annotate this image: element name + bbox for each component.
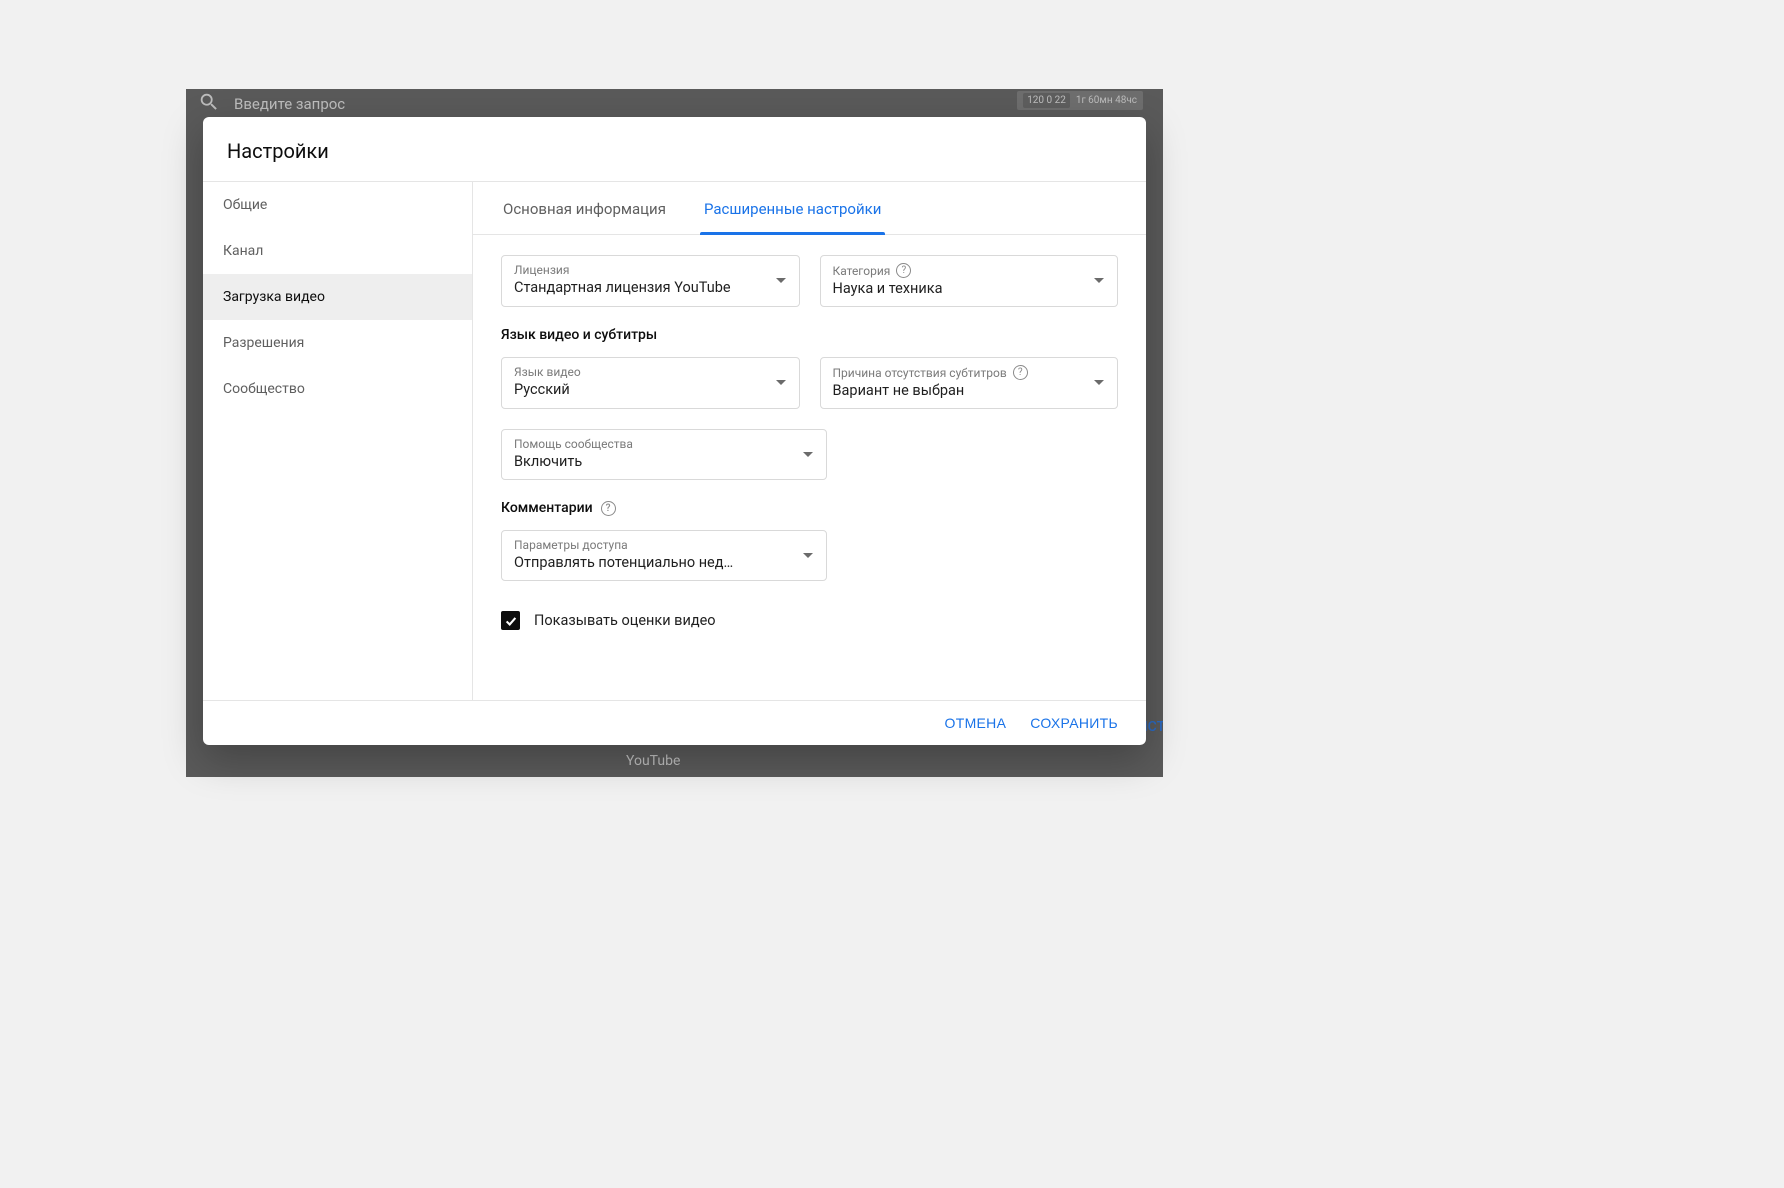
field-label: Помощь сообщества: [514, 437, 786, 451]
license-dropdown[interactable]: Лицензия Стандартная лицензия YouTube: [501, 255, 800, 307]
chevron-down-icon: [1093, 374, 1105, 393]
bg-search-placeholder: Введите запрос: [234, 95, 345, 113]
field-value: Русский: [514, 381, 759, 398]
sidebar-item-label: Сообщество: [223, 381, 305, 397]
field-value: Вариант не выбран: [833, 382, 1078, 399]
settings-content[interactable]: Основная информация Расширенные настройк…: [473, 182, 1146, 700]
community-help-dropdown[interactable]: Помощь сообщества Включить: [501, 429, 827, 480]
tab-basic-info[interactable]: Основная информация: [501, 182, 668, 234]
sidebar-item-community[interactable]: Сообщество: [203, 366, 472, 412]
help-icon[interactable]: ?: [601, 501, 616, 516]
bg-youtube-label: YouTube: [626, 753, 680, 769]
modal-footer: ОТМЕНА СОХРАНИТЬ: [203, 701, 1146, 745]
chevron-down-icon: [1093, 272, 1105, 291]
settings-modal: Настройки Общие Канал Загрузка видео Раз…: [203, 117, 1146, 745]
chevron-down-icon: [802, 445, 814, 464]
settings-sidebar: Общие Канал Загрузка видео Разрешения Со…: [203, 182, 473, 700]
chevron-down-icon: [775, 272, 787, 291]
help-icon[interactable]: ?: [1013, 365, 1028, 380]
sidebar-item-upload-defaults[interactable]: Загрузка видео: [203, 274, 472, 320]
video-language-dropdown[interactable]: Язык видео Русский: [501, 357, 800, 409]
field-label: Язык видео: [514, 365, 759, 379]
tab-label: Расширенные настройки: [704, 200, 881, 218]
bg-search-field: Введите запрос: [198, 91, 345, 117]
field-label: Категория: [833, 264, 891, 278]
chevron-down-icon: [775, 374, 787, 393]
field-label: Причина отсутствия субтитров: [833, 366, 1007, 380]
sidebar-item-channel[interactable]: Канал: [203, 228, 472, 274]
cancel-button[interactable]: ОТМЕНА: [945, 715, 1007, 731]
field-value: Стандартная лицензия YouTube: [514, 279, 759, 296]
comments-access-dropdown[interactable]: Параметры доступа Отправлять потенциальн…: [501, 530, 827, 581]
field-label: Параметры доступа: [514, 538, 786, 552]
show-ratings-checkbox[interactable]: [501, 611, 520, 630]
chevron-down-icon: [802, 546, 814, 565]
settings-tabs: Основная информация Расширенные настройк…: [473, 182, 1146, 235]
sidebar-item-label: Разрешения: [223, 335, 304, 351]
field-value: Наука и техника: [833, 280, 1078, 297]
sidebar-item-label: Загрузка видео: [223, 289, 325, 305]
sidebar-item-label: Общие: [223, 197, 267, 213]
field-value: Отправлять потенциально нед…: [514, 554, 786, 571]
sidebar-item-permissions[interactable]: Разрешения: [203, 320, 472, 366]
modal-title: Настройки: [203, 117, 1146, 182]
field-value: Включить: [514, 453, 786, 470]
help-icon[interactable]: ?: [896, 263, 911, 278]
caption-certification-dropdown[interactable]: Причина отсутствия субтитров ? Вариант н…: [820, 357, 1119, 409]
section-comments: Комментарии ?: [501, 500, 1118, 516]
save-button[interactable]: СОХРАНИТЬ: [1030, 715, 1118, 731]
sidebar-item-general[interactable]: Общие: [203, 182, 472, 228]
category-dropdown[interactable]: Категория ? Наука и техника: [820, 255, 1119, 307]
search-icon: [198, 91, 220, 117]
tab-label: Основная информация: [503, 200, 666, 218]
sidebar-item-label: Канал: [223, 243, 263, 259]
field-label: Лицензия: [514, 263, 759, 277]
show-ratings-label: Показывать оценки видео: [534, 612, 716, 629]
bg-timer-widget: 120 0 22 1г 60мн 48чс: [1017, 91, 1143, 110]
tab-advanced-settings[interactable]: Расширенные настройки: [702, 182, 883, 234]
section-language-subtitles: Язык видео и субтитры: [501, 327, 1118, 343]
